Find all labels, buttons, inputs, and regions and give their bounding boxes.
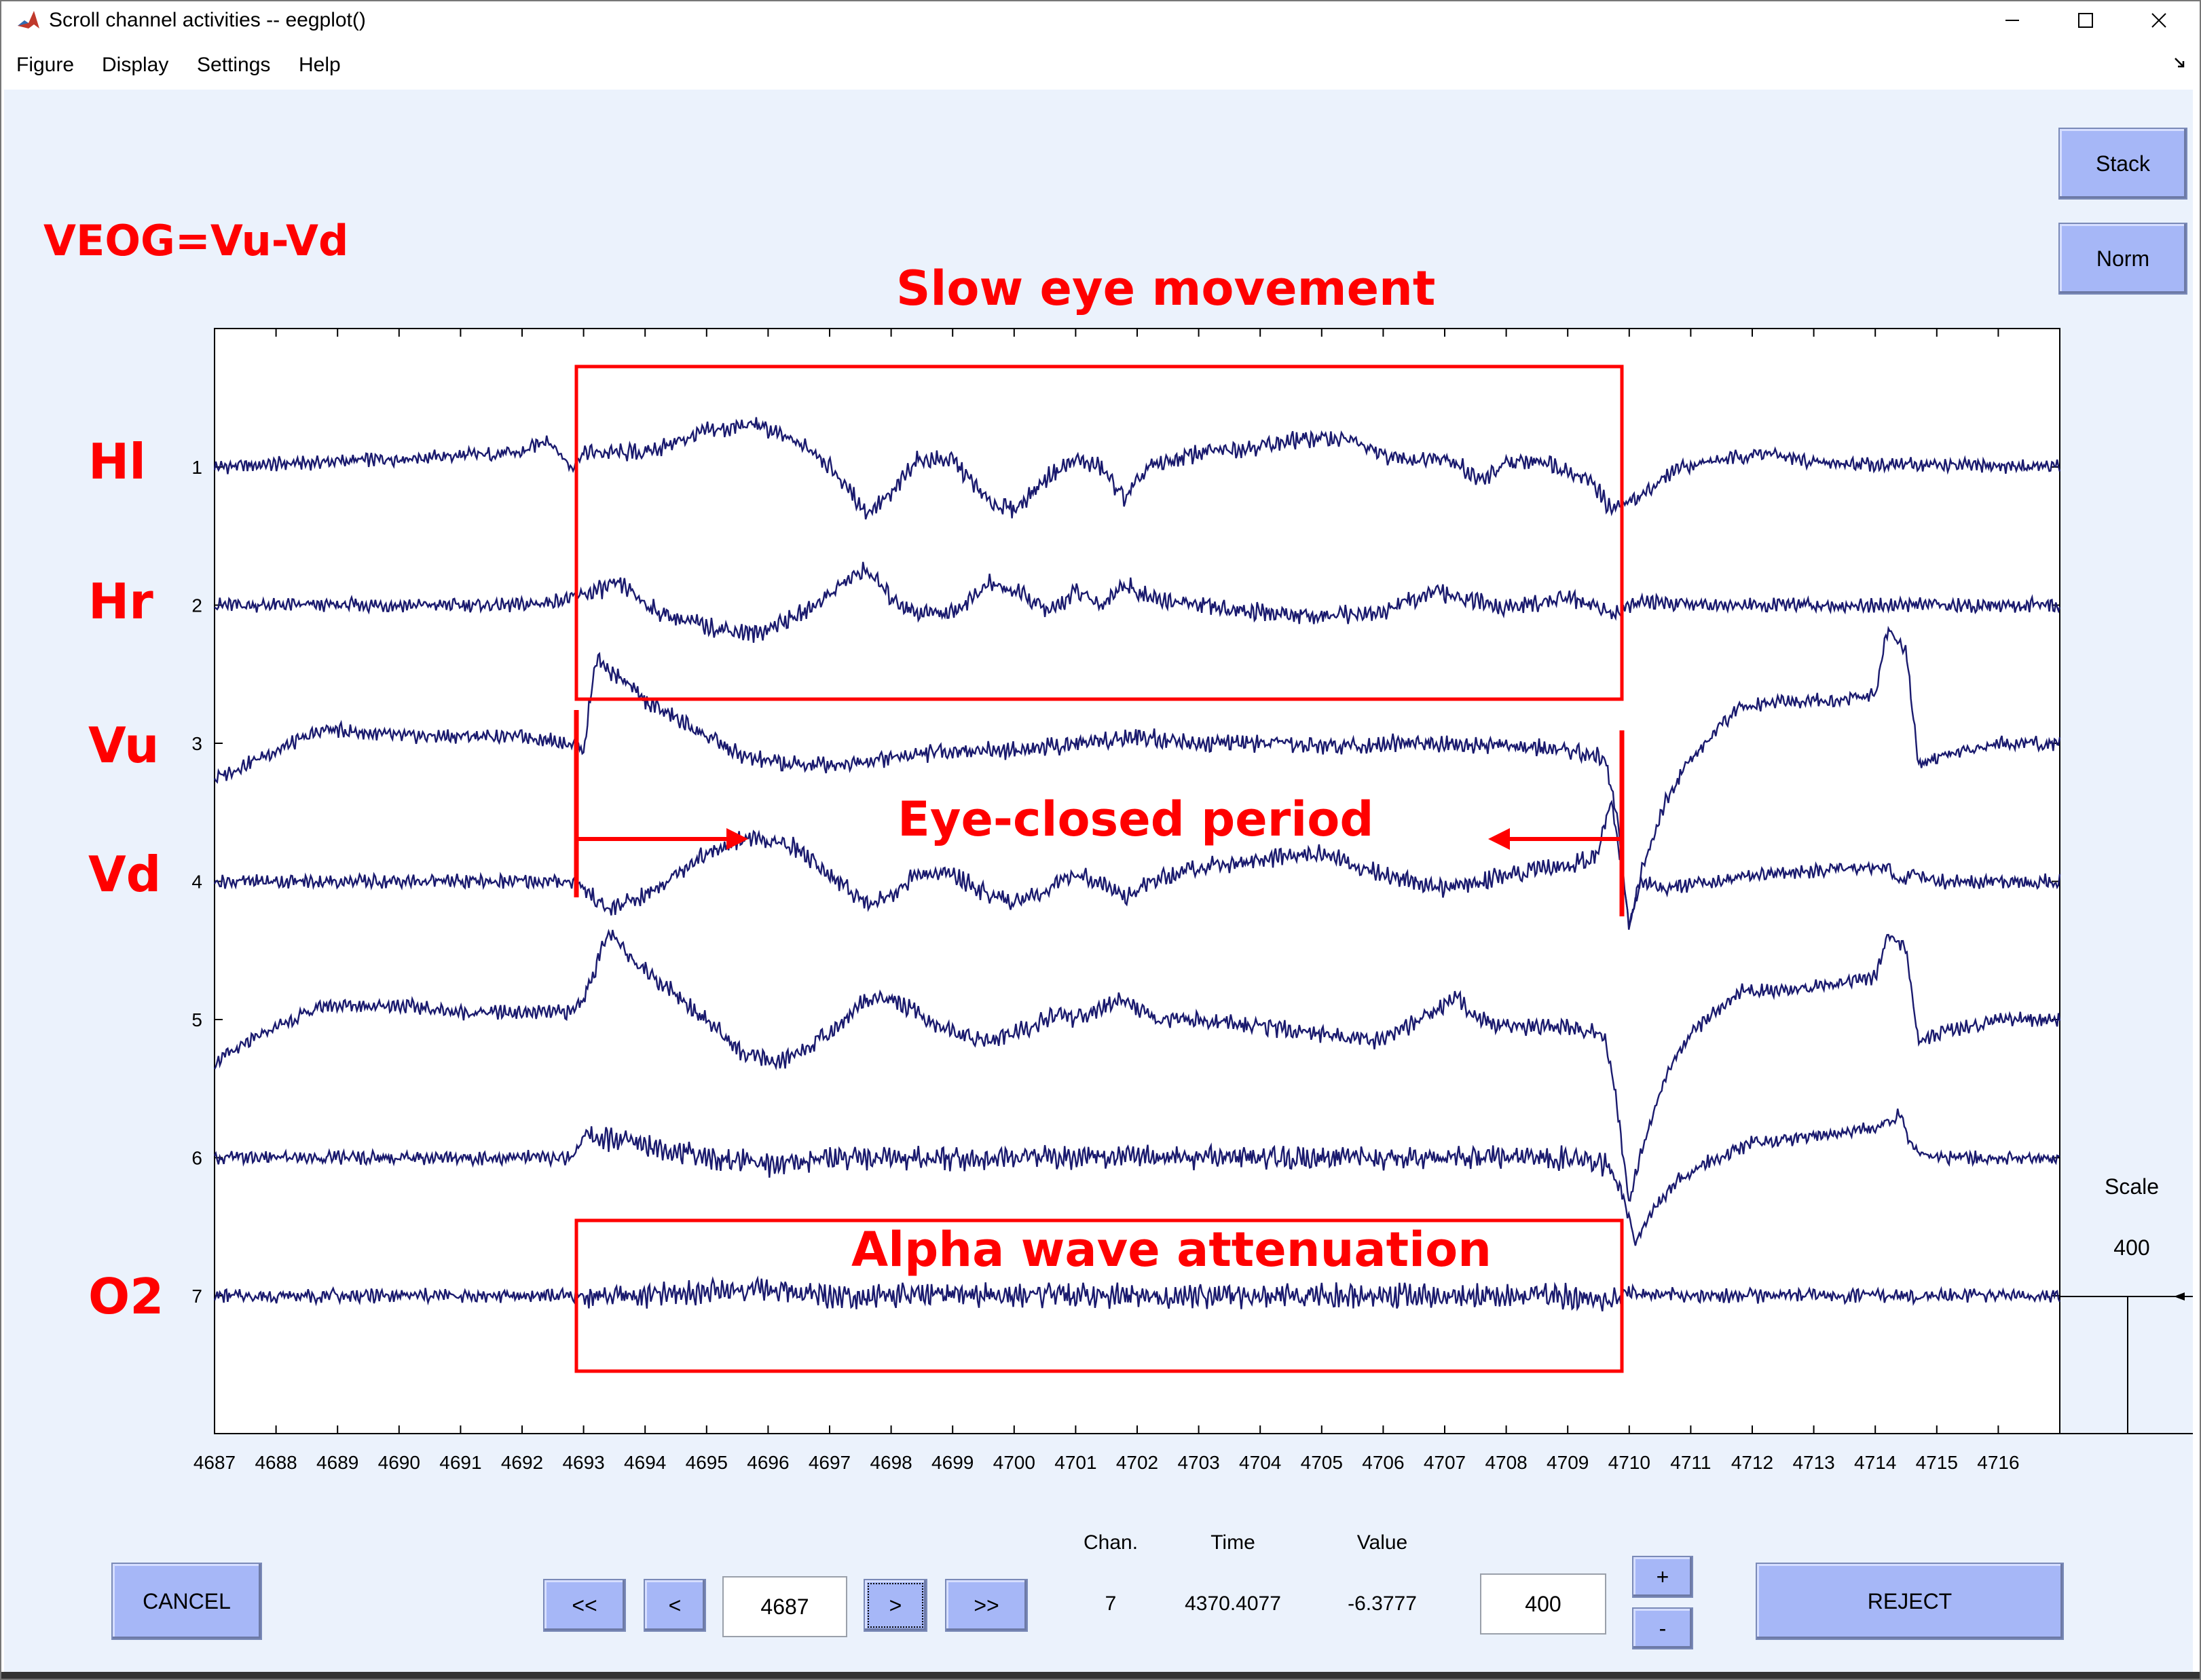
channel-name-hl: Hl	[88, 433, 146, 490]
x-tick-label: 4689	[316, 1452, 358, 1473]
scale-value: 400	[2113, 1235, 2150, 1260]
position-field[interactable]: 4687	[722, 1576, 847, 1637]
x-tick-label: 4690	[378, 1452, 420, 1473]
channel-name-vu: Vu	[88, 717, 160, 774]
x-tick-label: 4706	[1362, 1452, 1404, 1473]
x-tick-label: 4701	[1054, 1452, 1096, 1473]
value-value: -6.3777	[1348, 1592, 1417, 1615]
maximize-icon	[2078, 13, 2093, 28]
stack-button[interactable]: Stack	[2058, 128, 2187, 200]
x-tick-label: 4688	[255, 1452, 297, 1473]
x-tick-label: 4709	[1547, 1452, 1589, 1473]
x-tick-label: 4707	[1424, 1452, 1466, 1473]
menu-bar: Figure Display Settings Help	[0, 41, 2201, 90]
cancel-button[interactable]: CANCEL	[111, 1563, 262, 1640]
y-tick-label: 4	[191, 872, 202, 893]
scroll-first-button[interactable]: <<	[543, 1579, 626, 1632]
y-tick-label: 1	[191, 457, 202, 478]
x-tick-label: 4698	[870, 1452, 912, 1473]
x-tick-label: 4716	[1977, 1452, 2019, 1473]
y-tick-label: 7	[191, 1286, 202, 1307]
spacing-field[interactable]: 400	[1480, 1573, 1606, 1635]
y-tick-label: 2	[191, 595, 202, 616]
x-tick-label: 4711	[1670, 1452, 1711, 1473]
x-tick-label: 4687	[193, 1452, 236, 1473]
eeg-plot[interactable]: 4687 4688 4689 4690 4691 4692 4693 4694 4695 4696…	[4, 90, 2193, 1675]
norm-button[interactable]: Norm	[2058, 223, 2187, 295]
menu-settings[interactable]: Settings	[197, 52, 270, 79]
increase-scale-button[interactable]: +	[1632, 1556, 1693, 1598]
maximize-button[interactable]	[2049, 0, 2122, 41]
x-tick-label: 4712	[1731, 1452, 1773, 1473]
x-tick-label: 4705	[1301, 1452, 1343, 1473]
scroll-next-button[interactable]: >	[864, 1579, 927, 1632]
x-tick-label: 4693	[562, 1452, 604, 1473]
veog-label: VEOG=Vu-Vd	[43, 216, 349, 265]
x-tick-label: 4695	[686, 1452, 728, 1473]
alpha-wave-attenuation-label: Alpha wave attenuation	[851, 1222, 1492, 1277]
menu-figure[interactable]: Figure	[16, 52, 74, 79]
channel-name-o2: O2	[88, 1268, 164, 1325]
x-tick-label: 4697	[809, 1452, 851, 1473]
undock-icon[interactable]	[2172, 56, 2187, 71]
scale-label: Scale	[2104, 1174, 2160, 1199]
decrease-scale-button[interactable]: -	[1632, 1607, 1693, 1649]
close-button[interactable]	[2122, 0, 2196, 41]
minimize-button[interactable]	[1976, 0, 2049, 41]
eye-closed-period-label: Eye-closed period	[898, 791, 1374, 847]
scroll-last-button[interactable]: >>	[945, 1579, 1028, 1632]
time-label: Time	[1210, 1531, 1255, 1554]
matlab-icon	[16, 8, 41, 33]
time-value: 4370.4077	[1185, 1592, 1281, 1615]
value-label: Value	[1356, 1531, 1408, 1554]
x-tick-label: 4704	[1239, 1452, 1281, 1473]
chan-value: 7	[1105, 1592, 1117, 1615]
close-icon	[2151, 13, 2166, 28]
menu-help[interactable]: Help	[299, 52, 341, 79]
x-tick-label: 4715	[1916, 1452, 1958, 1473]
y-tick-label: 3	[191, 733, 202, 754]
window-title: Scroll channel activities -- eegplot()	[49, 9, 366, 31]
title-bar: Scroll channel activities -- eegplot()	[0, 0, 2201, 41]
x-tick-label: 4691	[439, 1452, 481, 1473]
reject-button[interactable]: REJECT	[1756, 1563, 2064, 1640]
minimize-icon	[2005, 20, 2019, 21]
x-tick-label: 4692	[501, 1452, 543, 1473]
x-tick-label: 4700	[993, 1452, 1035, 1473]
x-tick-label: 4714	[1854, 1452, 1896, 1473]
x-tick-label: 4713	[1792, 1452, 1834, 1473]
x-tick-label: 4703	[1177, 1452, 1219, 1473]
chan-label: Chan.	[1083, 1531, 1139, 1554]
figure-canvas: 4687 4688 4689 4690 4691 4692 4693 4694 4695 4696…	[4, 90, 2193, 1675]
scale-arrow-icon	[2174, 1292, 2185, 1301]
x-tick-label: 4702	[1116, 1452, 1158, 1473]
slow-eye-movement-label: Slow eye movement	[896, 261, 1436, 316]
x-tick-label: 4708	[1485, 1452, 1527, 1473]
y-tick-label: 5	[191, 1009, 202, 1030]
y-tick-label: 6	[191, 1148, 202, 1169]
channel-name-vd: Vd	[88, 846, 162, 903]
x-tick-label: 4696	[747, 1452, 789, 1473]
x-tick-label: 4710	[1608, 1452, 1650, 1473]
window-bottom-edge	[0, 1672, 2201, 1680]
x-tick-label: 4694	[624, 1452, 666, 1473]
menu-display[interactable]: Display	[102, 52, 168, 79]
channel-name-hr: Hr	[88, 573, 153, 630]
x-tick-label: 4699	[931, 1452, 974, 1473]
scroll-prev-button[interactable]: <	[644, 1579, 706, 1632]
